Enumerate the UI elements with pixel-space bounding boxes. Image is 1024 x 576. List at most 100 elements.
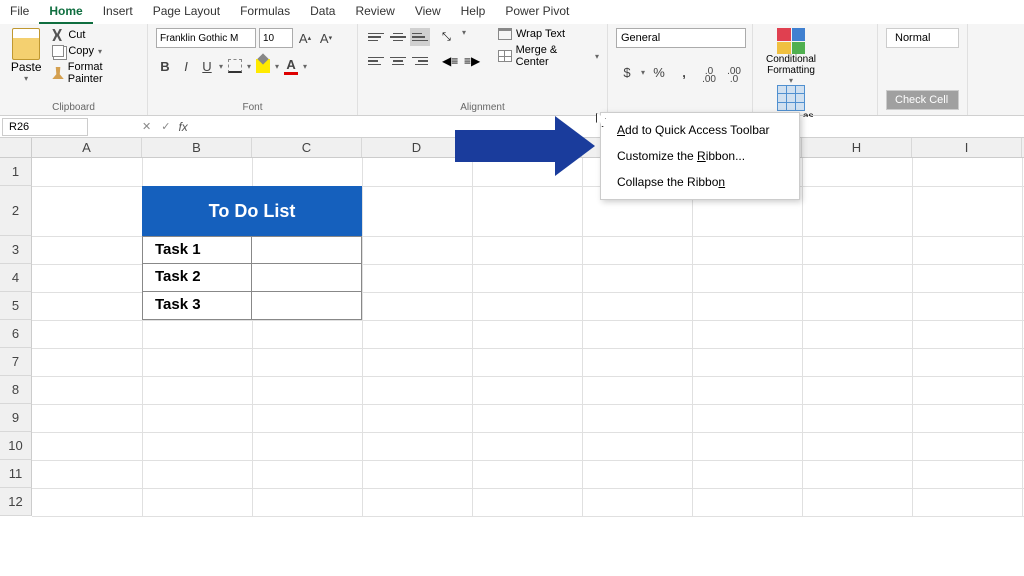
cell-task[interactable]: Task 2 (142, 264, 252, 292)
font-group-label: Font (156, 102, 349, 113)
decrease-font-button[interactable]: A▾ (317, 28, 335, 48)
tab-power-pivot[interactable]: Power Pivot (495, 0, 579, 24)
row-header[interactable]: 6 (0, 320, 32, 348)
group-cell-styles: Normal Check Cell (878, 24, 968, 115)
italic-button[interactable]: I (177, 56, 195, 76)
chevron-down-icon[interactable]: ▾ (275, 62, 279, 71)
font-size-select[interactable] (259, 28, 293, 48)
chevron-down-icon[interactable]: ▾ (641, 68, 645, 77)
row-header[interactable]: 11 (0, 460, 32, 488)
cut-label: Cut (68, 29, 85, 41)
copy-icon (52, 45, 64, 57)
cell-empty[interactable] (252, 292, 362, 320)
row-header[interactable]: 1 (0, 158, 32, 186)
cell-empty[interactable] (252, 264, 362, 292)
chevron-down-icon[interactable]: ▾ (303, 62, 307, 71)
group-font: A▴ A▾ B I U ▾ ▾ ▾ A ▾ Font (148, 24, 358, 115)
currency-button[interactable]: $ (616, 62, 638, 82)
tab-page-layout[interactable]: Page Layout (143, 0, 230, 24)
tab-home[interactable]: Home (39, 0, 92, 24)
cell-grid[interactable]: To Do List Task 1 Task 2 Task 3 (32, 158, 1024, 516)
comma-button[interactable]: , (673, 62, 695, 82)
annotation-arrow (455, 130, 555, 162)
cancel-formula-button[interactable]: ✕ (142, 120, 151, 133)
format-painter-button[interactable]: Format Painter (50, 60, 139, 86)
cell-task[interactable]: Task 1 (142, 236, 252, 264)
conditional-formatting-button[interactable]: Conditional Formatting ▾ (761, 28, 821, 85)
row-header[interactable]: 10 (0, 432, 32, 460)
style-check-cell[interactable]: Check Cell (886, 90, 959, 110)
tab-formulas[interactable]: Formulas (230, 0, 300, 24)
underline-button[interactable]: U (198, 56, 216, 76)
style-normal[interactable]: Normal (886, 28, 959, 48)
name-box[interactable] (2, 118, 88, 136)
row-header[interactable]: 3 (0, 236, 32, 264)
increase-font-button[interactable]: A▴ (296, 28, 314, 48)
merge-center-button[interactable]: Merge & Center ▾ (498, 44, 599, 68)
cell-task[interactable]: Task 3 (142, 292, 252, 320)
select-all-corner[interactable] (0, 138, 32, 157)
col-header[interactable]: I (912, 138, 1022, 157)
chevron-down-icon[interactable]: ▾ (462, 28, 466, 46)
bucket-icon (256, 59, 270, 73)
tab-help[interactable]: Help (451, 0, 496, 24)
tab-view[interactable]: View (405, 0, 451, 24)
font-name-select[interactable] (156, 28, 256, 48)
col-header[interactable]: A (32, 138, 142, 157)
decrease-decimal-button[interactable]: .00.0 (723, 62, 745, 82)
border-button[interactable] (226, 56, 244, 76)
row-header[interactable]: 7 (0, 348, 32, 376)
ctx-customize-ribbon[interactable]: Customize the Ribbon... (601, 143, 799, 169)
decrease-indent-button[interactable]: ◀≡ (440, 52, 460, 70)
tab-file[interactable]: File (0, 0, 39, 24)
align-bottom-button[interactable] (410, 28, 430, 46)
wrap-text-icon (498, 28, 512, 40)
worksheet: A B C D E F G H I 1 2 3 4 5 6 7 8 9 10 1… (0, 138, 1024, 516)
fill-color-button[interactable] (254, 56, 272, 76)
align-top-button[interactable] (366, 28, 386, 46)
cf-label: Conditional Formatting (761, 54, 821, 76)
row-header[interactable]: 8 (0, 376, 32, 404)
tab-review[interactable]: Review (345, 0, 404, 24)
ctx-collapse-ribbon[interactable]: Collapse the Ribbon (601, 169, 799, 195)
cell-empty[interactable] (252, 236, 362, 264)
col-header[interactable]: B (142, 138, 252, 157)
enter-formula-button[interactable]: ✓ (161, 120, 170, 133)
tab-data[interactable]: Data (300, 0, 345, 24)
painter-label: Format Painter (68, 61, 137, 85)
number-format-select[interactable] (616, 28, 746, 48)
ctx-add-qat[interactable]: Add to Quick Access Toolbar (601, 117, 799, 143)
wrap-text-button[interactable]: Wrap Text (498, 28, 599, 40)
ribbon: Paste ▾ Cut Copy ▾ Format Painter C (0, 24, 1024, 116)
row-header[interactable]: 12 (0, 488, 32, 516)
chevron-down-icon[interactable]: ▾ (219, 62, 223, 71)
group-alignment: ⤡ ▾ ◀≡ ≡▶ Wrap Text (358, 24, 608, 115)
group-clipboard: Paste ▾ Cut Copy ▾ Format Painter C (0, 24, 148, 115)
copy-button[interactable]: Copy ▾ (50, 44, 139, 58)
paste-label: Paste (11, 60, 42, 74)
row-header[interactable]: 4 (0, 264, 32, 292)
align-left-button[interactable] (366, 52, 386, 70)
row-header[interactable]: 2 (0, 186, 32, 236)
chevron-down-icon[interactable]: ▾ (247, 62, 251, 71)
col-header[interactable]: C (252, 138, 362, 157)
align-middle-button[interactable] (388, 28, 408, 46)
row-header[interactable]: 5 (0, 292, 32, 320)
conditional-formatting-icon (777, 28, 805, 54)
percent-button[interactable]: % (648, 62, 670, 82)
fx-icon[interactable]: fx (178, 120, 187, 134)
align-right-button[interactable] (410, 52, 430, 70)
cut-button[interactable]: Cut (50, 28, 139, 42)
tab-insert[interactable]: Insert (93, 0, 143, 24)
increase-decimal-icon: .0.00 (702, 68, 716, 84)
increase-indent-button[interactable]: ≡▶ (462, 52, 482, 70)
orientation-button[interactable]: ⤡ (440, 28, 460, 46)
bold-button[interactable]: B (156, 56, 174, 76)
increase-decimal-button[interactable]: .0.00 (698, 62, 720, 82)
cell-todo-header[interactable]: To Do List (142, 186, 362, 236)
row-header[interactable]: 9 (0, 404, 32, 432)
align-center-button[interactable] (388, 52, 408, 70)
font-color-button[interactable]: A (282, 56, 300, 76)
paste-button[interactable]: Paste ▾ (8, 28, 44, 83)
col-header[interactable]: H (802, 138, 912, 157)
